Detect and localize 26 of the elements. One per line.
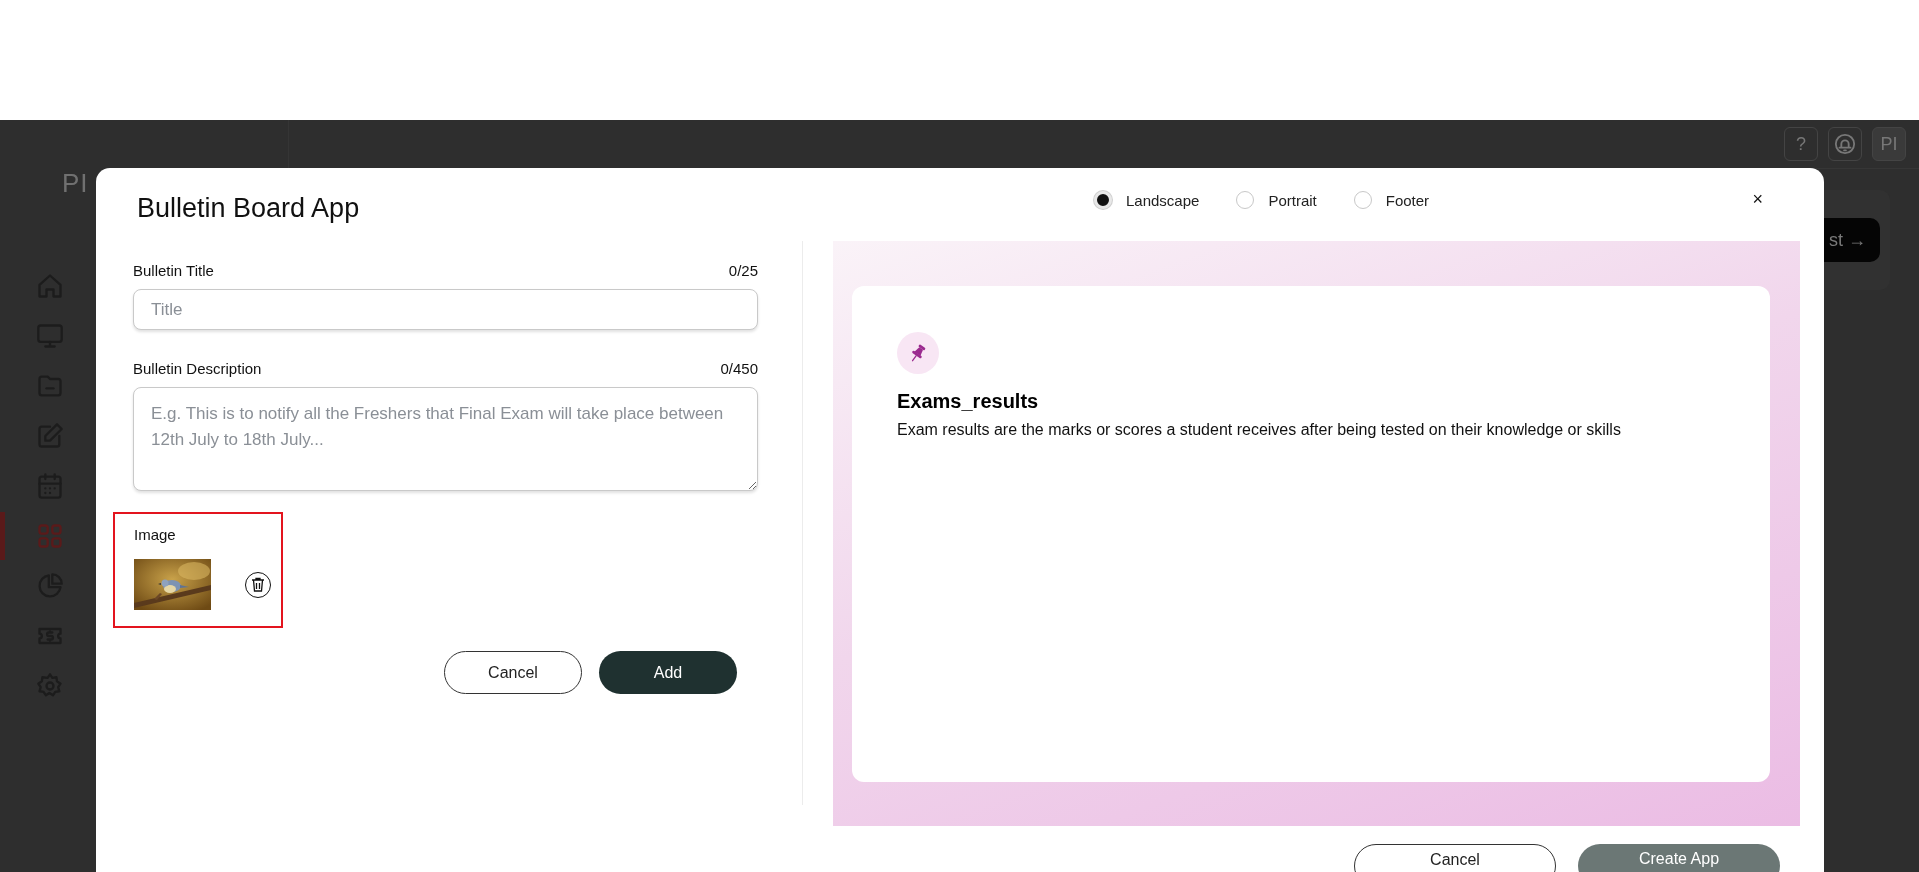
- delete-button[interactable]: [245, 571, 271, 598]
- bell-icon: [1834, 133, 1856, 155]
- close-button[interactable]: ×: [1750, 188, 1765, 210]
- bell-button[interactable]: [1828, 127, 1862, 161]
- title-input[interactable]: Title: [133, 289, 758, 330]
- radio-label[interactable]: Portrait: [1268, 191, 1317, 209]
- field-label: Bulletin Description: [133, 360, 262, 377]
- grid-icon[interactable]: [36, 522, 64, 550]
- character-counter: 0/450: [720, 360, 758, 377]
- description-input[interactable]: E.g. This is to notify all the Freshers that Final Exam will take place between 12th July to 18th July...: [133, 387, 758, 491]
- radio-label[interactable]: Landscape: [1126, 191, 1200, 209]
- preview-description: Exam results are the marks or scores a student receives after being tested on their knowledge or skills: [897, 421, 1622, 439]
- pushpin-icon: [897, 332, 939, 374]
- radio-button[interactable]: [1094, 191, 1112, 209]
- field-label: Bulletin Title: [133, 262, 214, 279]
- radio-label[interactable]: Footer: [1385, 191, 1430, 209]
- create-button[interactable]: Create App: [1578, 844, 1780, 872]
- cancel-button[interactable]: Cancel: [444, 651, 582, 694]
- character-counter: 0/25: [728, 262, 758, 279]
- cancel-button[interactable]: Cancel: [1354, 844, 1556, 872]
- submit-button[interactable]: Add: [599, 651, 737, 694]
- field-label: Image: [134, 526, 177, 543]
- logo: PI: [62, 168, 89, 199]
- trash-icon: [251, 577, 265, 592]
- dialog-title: Bulletin Board App: [137, 192, 360, 224]
- preview-title: Exams_results: [897, 390, 1040, 413]
